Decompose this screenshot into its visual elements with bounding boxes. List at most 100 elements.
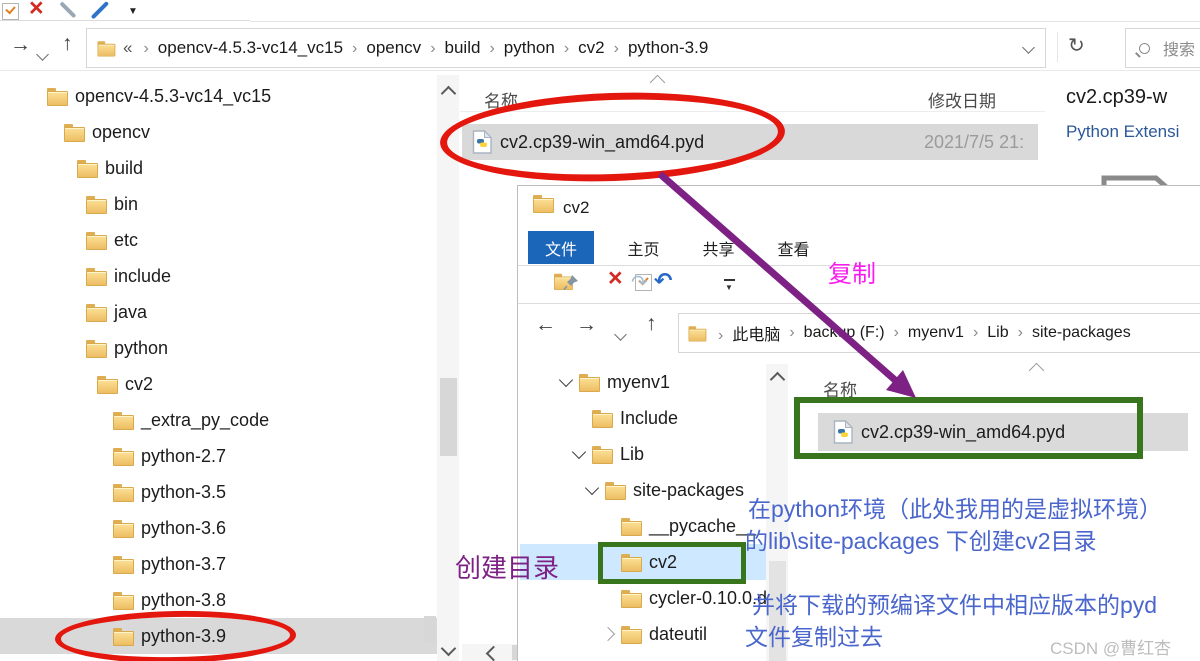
address-folder-icon bbox=[97, 40, 116, 57]
ribbon-tab[interactable]: 查看 bbox=[768, 231, 819, 264]
tree-item[interactable]: python-3.6 bbox=[0, 510, 437, 546]
copy-annotation-label: 复制 bbox=[828, 261, 876, 288]
checkbox-icon[interactable] bbox=[2, 3, 19, 25]
redo-icon[interactable]: ↷ bbox=[631, 270, 648, 295]
qat-delete-icon[interactable]: × bbox=[608, 266, 623, 291]
collapsed-chevron-icon[interactable] bbox=[600, 626, 616, 642]
customize-dropdown-icon[interactable] bbox=[724, 279, 735, 281]
delete-icon[interactable]: × bbox=[29, 0, 44, 21]
ribbon-tabs: 文件 主页 共享 查看 bbox=[528, 231, 843, 264]
search-box[interactable]: 搜索 bbox=[1125, 28, 1200, 68]
tree-item[interactable]: opencv-4.5.3-vc14_vc15 bbox=[0, 78, 437, 114]
breadcrumb-item[interactable]: › build bbox=[421, 38, 480, 58]
breadcrumb-item[interactable]: › site-packages bbox=[1009, 324, 1131, 342]
ribbon-tab[interactable]: 主页 bbox=[618, 231, 669, 264]
folder-icon bbox=[621, 589, 642, 608]
expanded-chevron-icon[interactable] bbox=[584, 480, 600, 496]
breadcrumb: › opencv-4.5.3-vc14_vc15 › opencv › build › pyt… bbox=[134, 38, 708, 58]
tree-item[interactable]: __pycache__ bbox=[520, 508, 766, 544]
tree-item[interactable]: include bbox=[0, 258, 437, 294]
breadcrumb-item[interactable]: › opencv-4.5.3-vc14_vc15 bbox=[134, 38, 343, 58]
breadcrumb-item[interactable]: › opencv bbox=[343, 38, 421, 58]
tree-item[interactable]: java bbox=[0, 294, 437, 330]
tree-item[interactable]: cycler-0.10.0.d bbox=[520, 580, 767, 616]
folder-icon bbox=[97, 375, 118, 394]
tree-item-label: python-3.8 bbox=[141, 589, 227, 610]
tree-item-label: python-3.7 bbox=[141, 553, 227, 574]
folder-icon bbox=[621, 625, 642, 644]
breadcrumb-item[interactable]: › myenv1 bbox=[885, 324, 964, 342]
tree-item[interactable]: etc bbox=[0, 222, 437, 258]
tree-item[interactable]: python-2.7 bbox=[0, 438, 437, 474]
expanded-chevron-icon[interactable] bbox=[571, 444, 587, 460]
tree-item-label: opencv-4.5.3-vc14_vc15 bbox=[75, 85, 272, 106]
note2-line2: 文件复制过去 bbox=[745, 624, 883, 650]
tree-item[interactable]: _extra_py_code bbox=[0, 402, 437, 438]
folder-icon bbox=[605, 481, 626, 500]
tree-item-label: include bbox=[114, 265, 172, 286]
slash-gray-icon[interactable] bbox=[59, 0, 77, 25]
green-box-annotation-cv2 bbox=[598, 542, 746, 584]
tree-item[interactable] bbox=[520, 652, 766, 661]
tree-item-label: Include bbox=[620, 407, 679, 428]
folder-tree: myenv1 Include Lib site-packages __pycac… bbox=[520, 364, 767, 661]
tree-item[interactable]: dateutil bbox=[520, 616, 766, 652]
back-button[interactable]: ← bbox=[535, 314, 556, 335]
undo-icon[interactable]: ↶ bbox=[654, 268, 672, 294]
tree-item[interactable]: myenv1 bbox=[520, 364, 766, 400]
preview-title: cv2.cp39-w bbox=[1066, 86, 1168, 108]
folder-icon bbox=[47, 87, 68, 106]
search-placeholder: 搜索 bbox=[1163, 42, 1196, 59]
tree-item[interactable]: cv2 bbox=[0, 366, 437, 402]
tree-scrollbar-thumb[interactable] bbox=[440, 378, 457, 456]
ribbon-tab[interactable]: 文件 bbox=[528, 231, 594, 264]
forward-button[interactable]: → bbox=[576, 314, 597, 335]
address-bar[interactable]: › 此电脑 › backup (F:) › myenv1 › Lib › site-package… bbox=[678, 313, 1200, 353]
breadcrumb-item[interactable]: › python bbox=[480, 38, 554, 58]
tree-item-label: bin bbox=[114, 193, 139, 214]
folder-icon bbox=[86, 231, 107, 250]
folder-icon bbox=[621, 517, 642, 536]
address-bar[interactable]: « › opencv-4.5.3-vc14_vc15 › opencv › build › p… bbox=[86, 28, 1046, 68]
refresh-icon[interactable]: ↻ bbox=[1068, 33, 1085, 58]
up-button[interactable]: ↑ bbox=[646, 313, 657, 334]
ribbon-tab[interactable]: 共享 bbox=[693, 231, 744, 264]
up-button[interactable]: ↑ bbox=[62, 33, 73, 54]
tree-item-label: opencv bbox=[92, 121, 151, 142]
column-header-date[interactable]: 修改日期 bbox=[928, 87, 996, 112]
breadcrumb-item[interactable]: › python-3.9 bbox=[605, 38, 709, 58]
folder-icon bbox=[113, 591, 134, 610]
tree-item[interactable]: python-3.7 bbox=[0, 546, 437, 582]
tree-item[interactable]: Lib bbox=[520, 436, 766, 472]
folder-icon bbox=[579, 373, 600, 392]
expanded-chevron-icon[interactable] bbox=[558, 372, 574, 388]
tree-item-label: python-2.7 bbox=[141, 445, 227, 466]
recent-locations-dropdown-icon[interactable] bbox=[614, 326, 627, 344]
sort-ascending-icon bbox=[1028, 362, 1045, 379]
breadcrumb-item[interactable]: › 此电脑 bbox=[709, 321, 780, 345]
tree-item[interactable]: site-packages bbox=[520, 472, 766, 508]
tree-item-label: cv2 bbox=[125, 373, 154, 394]
toolbar-dropdown-icon[interactable]: ▼ bbox=[128, 6, 138, 17]
recent-locations-dropdown-icon[interactable] bbox=[36, 46, 49, 64]
tree-item[interactable]: python-3.5 bbox=[0, 474, 437, 510]
forward-button[interactable]: → bbox=[10, 34, 31, 55]
tree-item[interactable]: opencv bbox=[0, 114, 437, 150]
tree-item[interactable]: python bbox=[0, 330, 437, 366]
tree-item[interactable]: bin bbox=[0, 186, 437, 222]
tree-item[interactable]: build bbox=[0, 150, 437, 186]
breadcrumb-prefix: « bbox=[123, 38, 133, 57]
create-dir-annotation-label: 创建目录 bbox=[455, 553, 560, 583]
slash-blue-icon[interactable] bbox=[90, 0, 109, 26]
tree-item-label: myenv1 bbox=[607, 371, 671, 392]
breadcrumb-item[interactable]: › cv2 bbox=[555, 38, 605, 58]
breadcrumb-item[interactable]: › backup (F:) bbox=[780, 324, 884, 342]
pin-icon[interactable] bbox=[563, 274, 579, 291]
preview-subtitle: Python Extensi bbox=[1066, 122, 1180, 141]
tree-item[interactable]: Include bbox=[520, 400, 766, 436]
tree-item-label: site-packages bbox=[633, 479, 745, 500]
sort-ascending-icon bbox=[649, 74, 666, 91]
address-dropdown-icon[interactable] bbox=[1022, 39, 1035, 57]
breadcrumb-item[interactable]: › Lib bbox=[964, 324, 1009, 342]
folder-icon bbox=[113, 447, 134, 466]
